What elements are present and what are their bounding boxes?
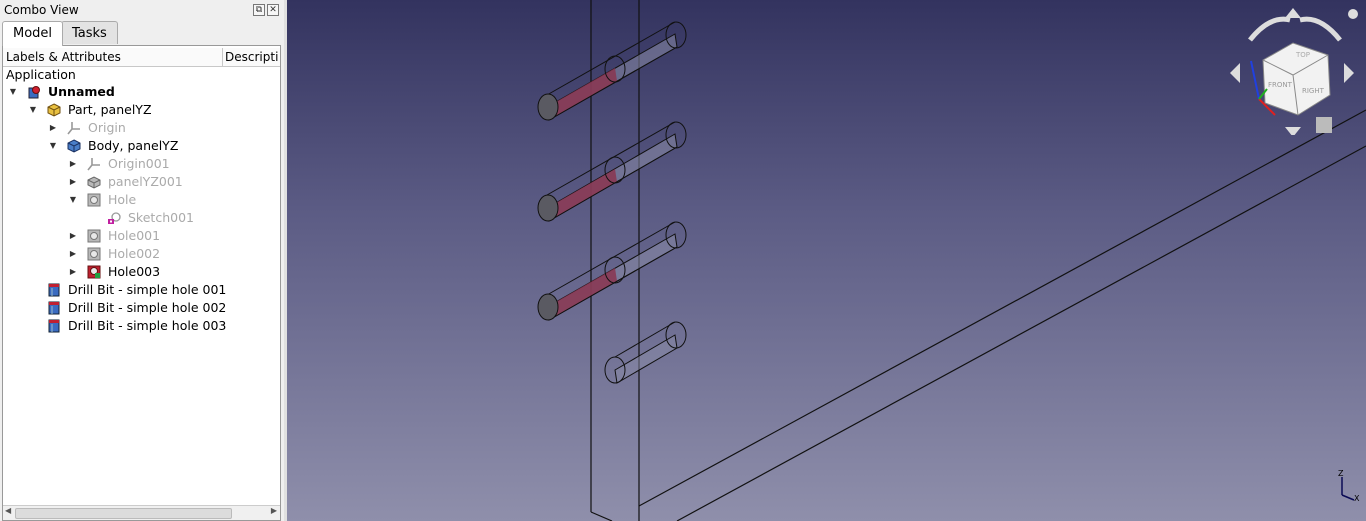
tree-item-origin001[interactable]: ▶ Origin001 bbox=[3, 155, 278, 173]
drill-bit-icon bbox=[48, 283, 60, 297]
column-header-labels[interactable]: Labels & Attributes bbox=[6, 50, 121, 64]
document-icon bbox=[28, 86, 40, 99]
tree-item-label: Origin001 bbox=[108, 156, 170, 171]
tree-item-label: Hole001 bbox=[108, 228, 161, 243]
drill-bit-icon bbox=[48, 301, 60, 315]
chevron-right-icon[interactable]: ▶ bbox=[68, 173, 78, 191]
drill-bit-icon bbox=[48, 319, 60, 333]
origin-icon bbox=[87, 158, 100, 171]
scroll-right-icon[interactable]: ▶ bbox=[271, 506, 277, 515]
tree-item-body[interactable]: ▼ Body, panelYZ bbox=[3, 137, 278, 155]
combo-view-titlebar: Combo View ⧉ ✕ bbox=[0, 0, 284, 20]
hole-tip-icon bbox=[87, 265, 101, 279]
combo-view-panel: Combo View ⧉ ✕ Model Tasks Labels & Attr… bbox=[0, 0, 284, 521]
tree-item-label: Hole bbox=[108, 192, 137, 207]
chevron-right-icon[interactable]: ▶ bbox=[68, 227, 78, 245]
drill-bit-1 bbox=[537, 21, 687, 121]
column-header-description[interactable]: Descripti bbox=[225, 50, 280, 64]
chevron-right-icon[interactable]: ▶ bbox=[68, 245, 78, 263]
chevron-down-icon[interactable]: ▼ bbox=[28, 101, 38, 119]
sketch-icon bbox=[108, 212, 121, 224]
panel-title: Combo View bbox=[4, 3, 79, 17]
tree-item-label: Hole002 bbox=[108, 246, 161, 261]
tree-header: Labels & Attributes Descripti bbox=[3, 48, 280, 67]
rotate-left-icon[interactable] bbox=[1248, 16, 1291, 42]
tree-item-part[interactable]: ▼ Part, panelYZ bbox=[3, 101, 278, 119]
cube-face-front[interactable]: FRONT bbox=[1268, 81, 1293, 89]
tree-item-sketch001[interactable]: Sketch001 bbox=[3, 209, 278, 227]
cube-face-top[interactable]: TOP bbox=[1295, 51, 1310, 59]
view-menu-icon[interactable] bbox=[1316, 117, 1332, 133]
tab-tasks[interactable]: Tasks bbox=[61, 21, 118, 44]
tree-item-hole001[interactable]: ▶ Hole001 bbox=[3, 227, 278, 245]
tree-item-drill-bit-003[interactable]: Drill Bit - simple hole 003 bbox=[3, 317, 278, 335]
tab-model[interactable]: Model bbox=[2, 21, 64, 46]
tree-item-label: Origin bbox=[88, 120, 126, 135]
tree-item-hole003[interactable]: ▶ Hole003 bbox=[3, 263, 278, 281]
tree-item-label: panelYZ001 bbox=[108, 174, 183, 189]
tree-item-drill-bit-001[interactable]: Drill Bit - simple hole 001 bbox=[3, 281, 278, 299]
origin-icon bbox=[67, 122, 80, 135]
hole-cylinder-4 bbox=[604, 321, 687, 384]
model-tree[interactable]: Labels & Attributes Descripti Applicatio… bbox=[2, 45, 281, 521]
tree-item-label: Drill Bit - simple hole 003 bbox=[68, 318, 227, 333]
tree-item-drill-bit-002[interactable]: Drill Bit - simple hole 002 bbox=[3, 299, 278, 317]
tree-item-label: Body, panelYZ bbox=[88, 138, 179, 153]
chevron-down-icon[interactable]: ▼ bbox=[48, 137, 58, 155]
hole-icon bbox=[87, 247, 101, 261]
hole-icon bbox=[87, 229, 101, 243]
3d-scene bbox=[537, 0, 1366, 521]
axis-indicator: Z X bbox=[1338, 469, 1360, 503]
chevron-right-icon[interactable]: ▶ bbox=[68, 155, 78, 173]
hole-icon bbox=[87, 193, 101, 207]
tree-item-hole002[interactable]: ▶ Hole002 bbox=[3, 245, 278, 263]
tree-item-label: Hole003 bbox=[108, 264, 161, 279]
drill-bit-2 bbox=[537, 121, 687, 222]
nav-arrow-right-icon[interactable] bbox=[1344, 63, 1354, 83]
body-icon bbox=[67, 139, 81, 153]
tree-item-label: Drill Bit - simple hole 002 bbox=[68, 300, 227, 315]
drill-bit-3 bbox=[537, 221, 687, 321]
nav-menu-dot-icon[interactable] bbox=[1348, 9, 1358, 19]
tree-item-label: Application bbox=[6, 67, 76, 82]
navigation-cube[interactable]: TOP FRONT RIGHT bbox=[1230, 5, 1360, 135]
chevron-down-icon[interactable]: ▼ bbox=[68, 191, 78, 209]
axis-label-z: Z bbox=[1338, 469, 1344, 478]
nav-arrow-down-icon[interactable] bbox=[1285, 127, 1301, 135]
close-panel-icon[interactable]: ✕ bbox=[267, 4, 279, 16]
tree-item-origin[interactable]: ▶ Origin bbox=[3, 119, 278, 137]
cube-face-right[interactable]: RIGHT bbox=[1302, 87, 1325, 95]
pad-icon bbox=[87, 176, 101, 189]
chevron-right-icon[interactable]: ▶ bbox=[68, 263, 78, 281]
part-icon bbox=[47, 103, 61, 117]
tree-item-label: Part, panelYZ bbox=[68, 102, 152, 117]
tree-item-panelyz001[interactable]: ▶ panelYZ001 bbox=[3, 173, 278, 191]
axis-label-x: X bbox=[1354, 494, 1360, 503]
tab-bar: Model Tasks bbox=[0, 21, 284, 46]
chevron-down-icon[interactable]: ▼ bbox=[8, 83, 18, 101]
rotate-right-icon[interactable] bbox=[1299, 16, 1342, 42]
tree-item-label: Sketch001 bbox=[128, 210, 194, 225]
float-panel-icon[interactable]: ⧉ bbox=[253, 4, 265, 16]
horizontal-scrollbar[interactable]: ◀ ▶ bbox=[3, 505, 280, 520]
scroll-left-icon[interactable]: ◀ bbox=[5, 506, 11, 515]
chevron-right-icon[interactable]: ▶ bbox=[48, 119, 58, 137]
scrollbar-thumb[interactable] bbox=[15, 508, 232, 519]
3d-viewport[interactable]: TOP FRONT RIGHT Z X bbox=[287, 0, 1366, 521]
tree-item-hole[interactable]: ▼ Hole bbox=[3, 191, 278, 209]
nav-arrow-left-icon[interactable] bbox=[1230, 63, 1240, 83]
tree-item-label: Drill Bit - simple hole 001 bbox=[68, 282, 227, 297]
column-divider[interactable] bbox=[222, 48, 223, 66]
nav-arrow-up-icon[interactable] bbox=[1285, 8, 1301, 18]
tree-item-label: Unnamed bbox=[48, 84, 115, 99]
tree-item-unnamed[interactable]: ▼ Unnamed bbox=[3, 83, 278, 101]
